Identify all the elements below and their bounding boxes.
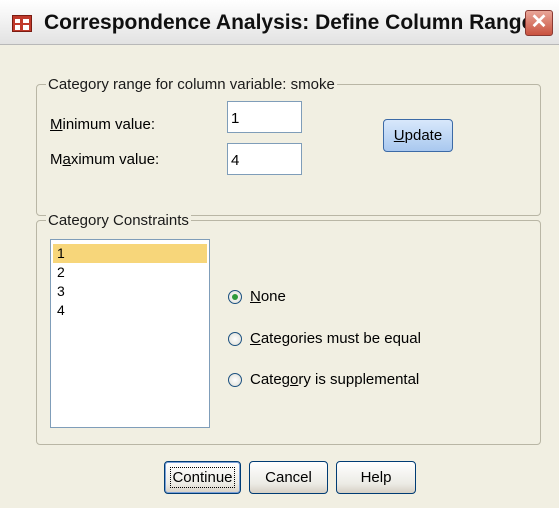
continue-button[interactable]: Continue (164, 461, 241, 494)
supplemental-radio-label[interactable]: Category is supplemental (250, 371, 419, 388)
cancel-button[interactable]: Cancel (249, 461, 328, 494)
title-bar[interactable]: Correspondence Analysis: Define Column R… (0, 0, 559, 45)
list-item[interactable]: 3 (53, 282, 207, 301)
dialog-title: Correspondence Analysis: Define Column R… (44, 11, 534, 34)
category-listbox[interactable]: 1 2 3 4 (50, 239, 210, 428)
list-item[interactable]: 4 (53, 301, 207, 320)
close-button[interactable]: ✕ (525, 10, 553, 36)
none-radio[interactable] (228, 290, 242, 304)
dialog-window: Correspondence Analysis: Define Column R… (0, 0, 559, 508)
list-item[interactable]: 2 (53, 263, 207, 282)
minimum-value-field[interactable]: 1 (227, 101, 302, 133)
categories-equal-radio-label[interactable]: Categories must be equal (250, 330, 421, 347)
category-range-legend: Category range for column variable: smok… (46, 76, 337, 93)
maximum-value-field[interactable]: 4 (227, 143, 302, 175)
category-constraints-legend: Category Constraints (46, 212, 191, 229)
help-button[interactable]: Help (336, 461, 416, 494)
none-radio-label[interactable]: None (250, 288, 286, 305)
update-button[interactable]: Update (383, 119, 453, 152)
minimum-value-label: Minimum value: (50, 116, 156, 133)
categories-equal-radio[interactable] (228, 332, 242, 346)
close-icon: ✕ (530, 11, 548, 33)
supplemental-radio[interactable] (228, 373, 242, 387)
spss-table-icon (12, 15, 32, 32)
list-item[interactable]: 1 (53, 244, 207, 263)
maximum-value-label: Maximum value: (50, 151, 160, 168)
